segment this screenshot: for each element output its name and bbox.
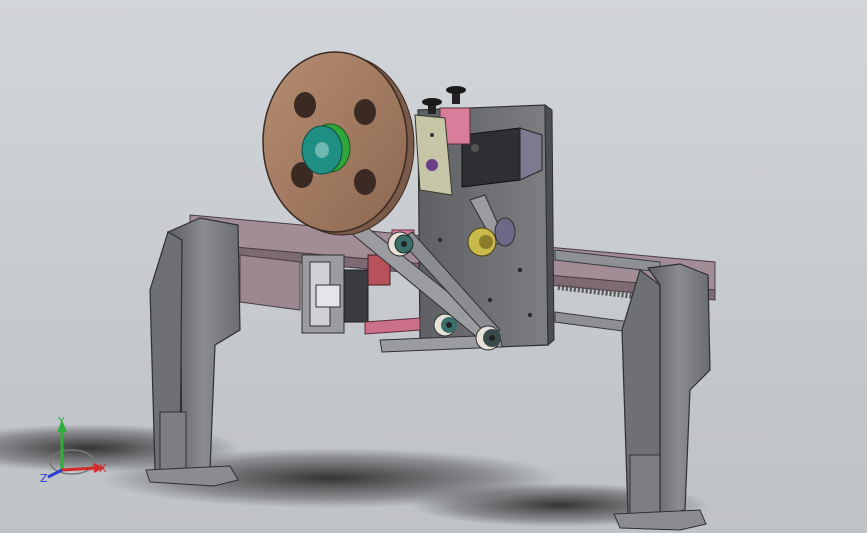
model-canvas[interactable]: Y X Z bbox=[0, 0, 867, 533]
x-axis bbox=[61, 466, 97, 472]
peel-roller[interactable] bbox=[475, 325, 501, 351]
cad-viewport[interactable]: Y X Z bbox=[0, 0, 867, 533]
floor-shadow bbox=[0, 424, 710, 527]
reel-hub[interactable] bbox=[301, 123, 351, 175]
guide-roller[interactable] bbox=[387, 231, 414, 257]
x-axis-label: X bbox=[99, 462, 107, 475]
z-axis-label: Z bbox=[40, 472, 48, 485]
right-leg[interactable] bbox=[613, 263, 711, 531]
y-axis-label: Y bbox=[57, 415, 65, 428]
